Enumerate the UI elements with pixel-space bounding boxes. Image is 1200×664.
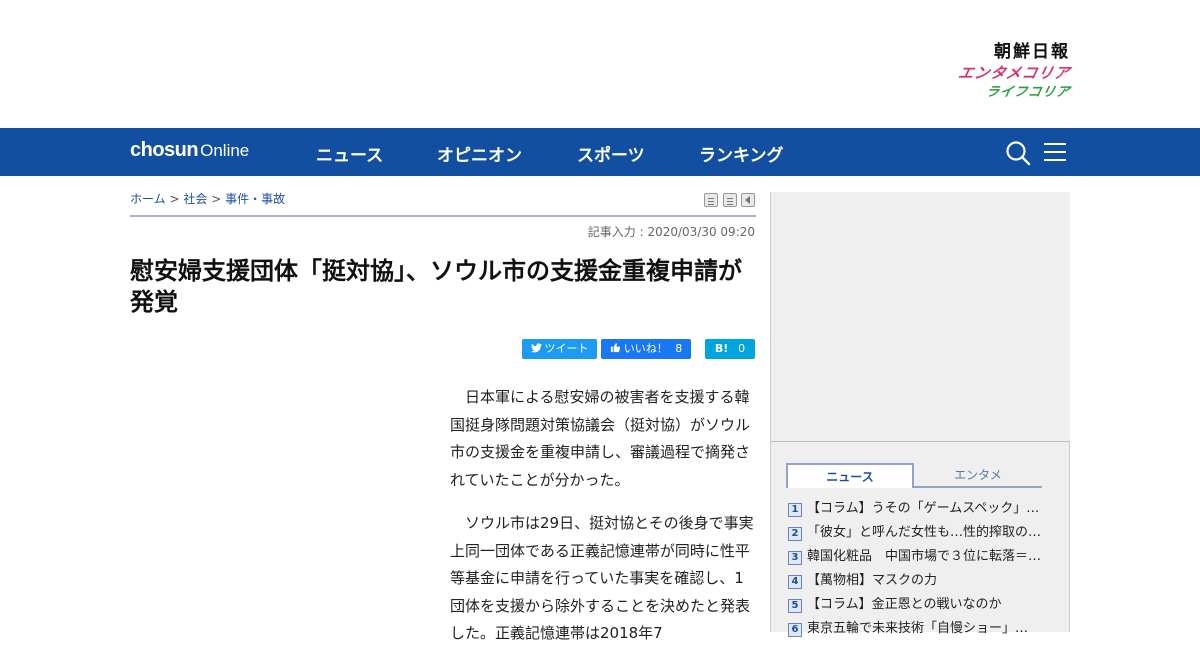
hatena-count: 0 (738, 342, 746, 355)
ranking-title: 【コラム】うその「ゲームスペック」… (807, 501, 1040, 516)
nav-item-opinion[interactable]: オピニオン (437, 141, 522, 166)
chosun-ilbo-link[interactable]: 朝鮮日報 (930, 44, 1070, 61)
ranking-item[interactable]: 3 韓国化粧品 中国市場で３位に転落＝… (788, 545, 1048, 569)
article-body: 日本軍による慰安婦の被害者を支援する韓国挺身隊問題対策協議会（挺対協）がソウル市… (450, 384, 756, 664)
logo-sub-text: Online (200, 141, 250, 160)
ranking-title: 「彼女」と呼んだ女性も…性的搾取の… (807, 525, 1042, 540)
rank-number: 3 (788, 551, 802, 565)
article-paragraph: 日本軍による慰安婦の被害者を支援する韓国挺身隊問題対策協議会（挺対協）がソウル市… (450, 388, 751, 489)
ad-slot (771, 192, 1070, 442)
thumbs-up-icon (610, 343, 620, 353)
breadcrumb-home[interactable]: ホーム (130, 192, 166, 206)
ranking-item[interactable]: 6 東京五輪で未来技術「自慢ショー」… (788, 617, 1048, 641)
ranking-title: 【萬物相】マスクの力 (807, 573, 938, 588)
menu-icon[interactable] (1043, 141, 1067, 163)
ranking-item[interactable]: 5 【コラム】金正恩との戦いなのか (788, 593, 1048, 617)
ranking-list: 1 【コラム】うその「ゲームスペック」… 2 「彼女」と呼んだ女性も…性的搾取の… (788, 497, 1048, 641)
right-sidebar: ニュース エンタメ 1 【コラム】うその「ゲームスペック」… 2 「彼女」と呼ん… (770, 192, 1070, 637)
ranking-item[interactable]: 1 【コラム】うその「ゲームスペック」… (788, 497, 1048, 521)
ranking-item[interactable]: 2 「彼女」と呼んだ女性も…性的搾取の… (788, 521, 1048, 545)
back-arrow-icon[interactable] (741, 193, 755, 207)
tab-news[interactable]: ニュース (786, 463, 914, 488)
nav-item-news[interactable]: ニュース (316, 141, 383, 166)
like-label: いいね！ (623, 342, 668, 355)
article-date: 記事入力 : 2020/03/30 09:20 (587, 225, 755, 239)
main-navbar: chosun Online ニュース オピニオン スポーツ ランキング (0, 128, 1200, 176)
rank-number: 6 (788, 623, 802, 637)
header-divider (130, 215, 756, 217)
brand-links: 朝鮮日報 エンタメコリア ライフコリア (928, 44, 1072, 101)
ranking-title: 東京五輪で未来技術「自慢ショー」… (807, 621, 1029, 636)
article-paragraph: ソウル市は29日、挺対協とその後身で事実上同一団体である正義記憶連帯が同時に性平… (450, 514, 754, 642)
tab-entame[interactable]: エンタメ (914, 463, 1042, 488)
rank-number: 1 (788, 503, 802, 517)
rank-number: 4 (788, 575, 802, 589)
rank-number: 5 (788, 599, 802, 613)
text-size-icon[interactable] (723, 193, 737, 207)
breadcrumb-separator: > (169, 192, 180, 206)
ranking-title: 韓国化粧品 中国市場で３位に転落＝… (807, 549, 1042, 564)
breadcrumb-society[interactable]: 社会 (183, 192, 207, 206)
tweet-label: ツイート (544, 342, 589, 355)
logo-main-text: chosun (130, 139, 199, 161)
hatena-label: B! (714, 342, 729, 355)
breadcrumb: ホーム > 社会 > 事件・事故 (130, 190, 285, 207)
like-button[interactable]: いいね！ 8 (601, 339, 691, 359)
ranking-title: 【コラム】金正恩との戦いなのか (807, 597, 1002, 612)
hatena-bookmark-button[interactable]: B! 0 (705, 339, 755, 359)
search-icon[interactable] (1005, 140, 1031, 166)
nav-item-sports[interactable]: スポーツ (577, 141, 645, 166)
breadcrumb-incidents[interactable]: 事件・事故 (225, 192, 285, 206)
print-icon[interactable] (704, 193, 718, 207)
entame-korea-link[interactable]: エンタメコリア (928, 64, 1072, 82)
chosun-online-logo[interactable]: chosun Online (130, 139, 249, 162)
article-tools (704, 193, 756, 207)
nav-item-ranking[interactable]: ランキング (699, 141, 784, 166)
tweet-button[interactable]: ツイート (522, 339, 597, 359)
brand-header: 朝鮮日報 エンタメコリア ライフコリア (0, 0, 1200, 128)
life-korea-link[interactable]: ライフコリア (929, 85, 1071, 100)
twitter-icon (530, 343, 542, 353)
like-count: 8 (675, 342, 683, 355)
ranking-tabs: ニュース エンタメ (786, 463, 1042, 488)
ranking-item[interactable]: 4 【萬物相】マスクの力 (788, 569, 1048, 593)
breadcrumb-separator: > (211, 192, 222, 206)
rank-number: 2 (788, 527, 802, 541)
article-headline: 慰安婦支援団体「挺対協」、ソウル市の支援金重複申請が発覚 (130, 257, 742, 316)
